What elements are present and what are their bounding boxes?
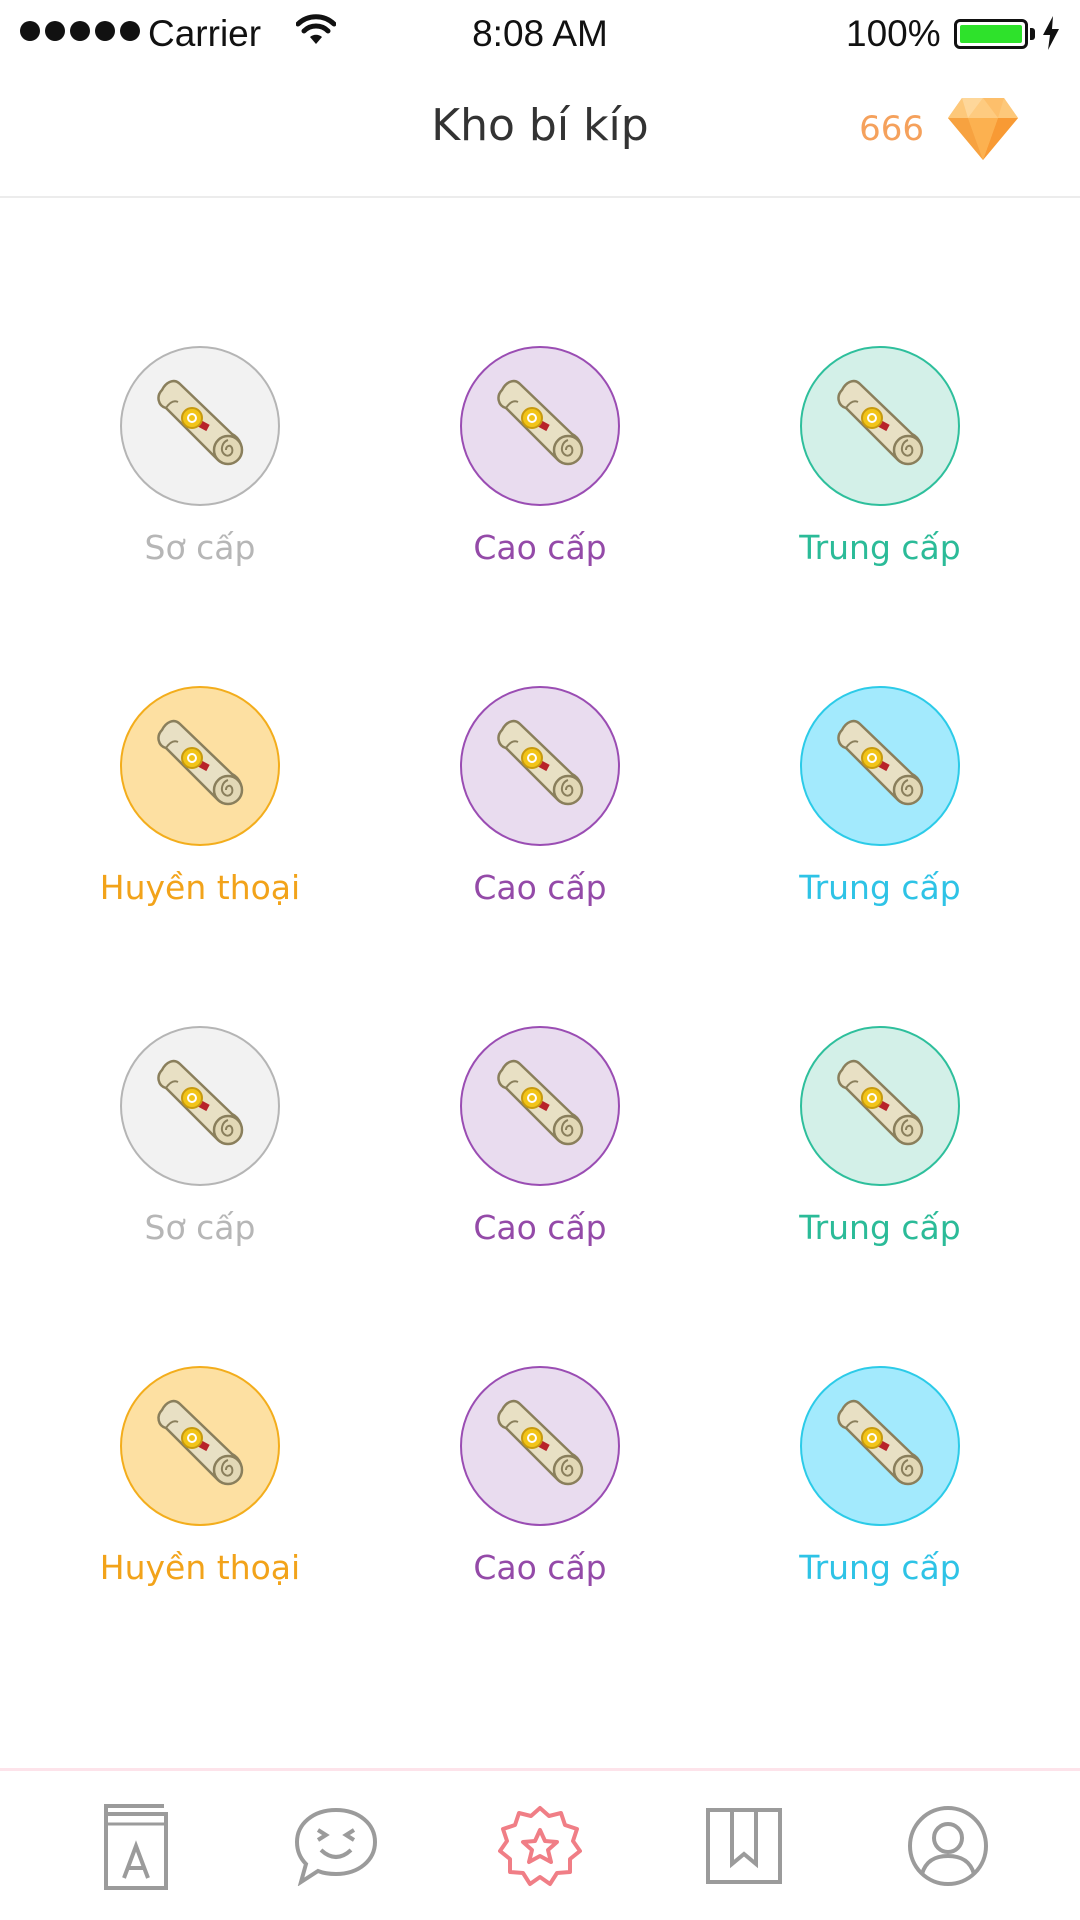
scroll-icon [824, 1048, 936, 1164]
scroll-tier-label: Trung cấp [799, 1208, 961, 1247]
scroll-badge[interactable] [120, 346, 280, 506]
tab-scroll-store[interactable] [485, 1791, 595, 1901]
charging-bolt-icon [1043, 16, 1059, 50]
scroll-tier-label: Cao cấp [473, 1548, 607, 1587]
scroll-icon [484, 368, 596, 484]
tab-profile[interactable] [893, 1791, 1003, 1901]
scroll-item[interactable]: Cao cấp [370, 1366, 710, 1706]
scroll-item[interactable]: Cao cấp [370, 686, 710, 1026]
scroll-icon [144, 1388, 256, 1504]
scroll-icon [824, 1388, 936, 1504]
dictionary-book-icon [104, 1803, 168, 1890]
scroll-badge[interactable] [800, 1366, 960, 1526]
scroll-item[interactable]: Cao cấp [370, 346, 710, 686]
profile-icon [908, 1805, 988, 1886]
scroll-icon [484, 1388, 596, 1504]
scroll-item[interactable]: Trung cấp [710, 346, 1050, 686]
scroll-tier-label: Sơ cấp [144, 528, 256, 567]
scroll-tier-label: Cao cấp [473, 528, 607, 567]
scroll-item[interactable]: Trung cấp [710, 1026, 1050, 1366]
scroll-badge[interactable] [120, 1366, 280, 1526]
scroll-icon [144, 708, 256, 824]
scroll-badge[interactable] [460, 1026, 620, 1186]
scroll-badge[interactable] [800, 346, 960, 506]
chat-emoji-icon [294, 1807, 378, 1886]
battery-cap [1030, 28, 1035, 40]
scroll-item[interactable]: Huyền thoại [30, 1366, 370, 1706]
scroll-item[interactable]: Sơ cấp [30, 346, 370, 686]
scroll-item[interactable]: Trung cấp [710, 686, 1050, 1026]
gem-balance[interactable]: 666 [859, 96, 1020, 162]
star-badge-icon [498, 1805, 582, 1886]
scroll-tier-label: Huyền thoại [99, 868, 301, 907]
scroll-badge[interactable] [120, 1026, 280, 1186]
scroll-tier-label: Huyền thoại [99, 1548, 301, 1587]
scroll-tier-label: Trung cấp [799, 868, 961, 907]
scroll-tier-label: Trung cấp [799, 1548, 961, 1587]
scroll-tier-label: Cao cấp [473, 868, 607, 907]
diamond-icon [948, 98, 1018, 160]
scroll-tier-label: Sơ cấp [144, 1208, 256, 1247]
scroll-badge[interactable] [460, 1366, 620, 1526]
gem-count: 666 [859, 109, 924, 149]
status-bar: Carrier 8:08 AM 100% [0, 0, 1080, 70]
scroll-badge[interactable] [800, 1026, 960, 1186]
scroll-item[interactable]: Cao cấp [370, 1026, 710, 1366]
scroll-badge[interactable] [800, 686, 960, 846]
scroll-icon [484, 1048, 596, 1164]
tab-bookmarks[interactable] [689, 1791, 799, 1901]
scroll-icon [824, 368, 936, 484]
scroll-tier-label: Trung cấp [799, 528, 961, 567]
battery-icon [954, 19, 1028, 49]
tab-bar [0, 1768, 1080, 1920]
battery-percentage: 100% [846, 13, 941, 54]
bookmark-icon [706, 1807, 782, 1884]
scroll-badge[interactable] [460, 346, 620, 506]
scroll-badge[interactable] [460, 686, 620, 846]
scroll-tier-label: Cao cấp [473, 1208, 607, 1247]
tab-chat[interactable] [281, 1791, 391, 1901]
scroll-icon [484, 708, 596, 824]
scroll-badge[interactable] [120, 686, 280, 846]
navigation-header: Kho bí kíp 666 [0, 70, 1080, 198]
scroll-item[interactable]: Trung cấp [710, 1366, 1050, 1706]
scroll-item[interactable]: Sơ cấp [30, 1026, 370, 1366]
scroll-icon [144, 368, 256, 484]
tab-dictionary[interactable] [77, 1791, 187, 1901]
scroll-grid: Sơ cấp Cao cấp Trung cấp Huyền thoại Cao… [0, 346, 1080, 1706]
scroll-icon [824, 708, 936, 824]
scroll-icon [144, 1048, 256, 1164]
scroll-item[interactable]: Huyền thoại [30, 686, 370, 1026]
